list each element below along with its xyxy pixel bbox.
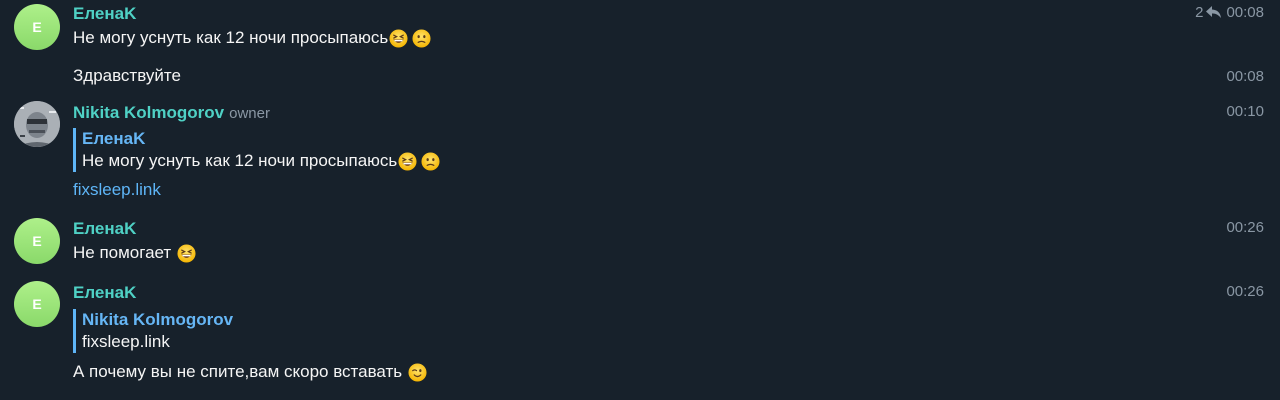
message-time: 00:26 [1226,219,1264,236]
chat-history: E ЕленаK 2 00:08 Не могу уснуть как 12 н… [0,0,1280,400]
quote-text: fixsleep.link [82,331,233,353]
message-text: А почему вы не спите,вам скоро вставать [73,362,427,382]
author-name[interactable]: Nikita Kolmogorov [73,103,224,122]
message-time-value: 00:08 [1226,68,1264,85]
message-meta: 2 00:08 [1195,4,1264,21]
message-time-value: 00:10 [1226,103,1264,120]
message-time-value: 00:26 [1226,219,1264,236]
message-text: Здравствуйте [73,66,181,86]
confused-emoji-icon [421,152,440,171]
message-link[interactable]: fixsleep.link [73,180,161,200]
quote-text-content: Не могу уснуть как 12 ночи просыпаюсь [82,151,398,170]
reply-quote[interactable]: Nikita Kolmogorov fixsleep.link [73,309,233,353]
message-time: 00:08 [1226,68,1264,85]
message-time-value: 00:26 [1226,283,1264,300]
message-time: 00:26 [1226,283,1264,300]
message-text-content: Не могу уснуть как 12 ночи просыпаюсь [73,28,389,47]
quote-text-content: fixsleep.link [82,332,170,351]
grinning-squinting-emoji-icon [398,152,417,171]
message-text: Не могу уснуть как 12 ночи просыпаюсь [73,28,431,48]
quote-author: ЕленаK [82,129,146,148]
reply-count[interactable]: 2 [1195,4,1203,21]
message-author[interactable]: ЕленаK [73,4,136,24]
message-text-content: Здравствуйте [73,66,181,85]
avatar[interactable]: E [14,218,60,264]
reply-arrow-icon[interactable] [1206,6,1222,19]
message-author[interactable]: ЕленаK [73,283,136,303]
grinning-squinting-emoji-icon [389,29,408,48]
message-author[interactable]: ЕленаK [73,219,136,239]
quote-author: Nikita Kolmogorov [82,310,234,329]
message-text: Не помогает [73,243,196,263]
message-author[interactable]: Nikita Kolmogorov owner [73,103,270,123]
message-text-content: Не помогает [73,243,172,262]
avatar[interactable]: E [14,281,60,327]
user-photo-icon [14,101,60,147]
reply-quote[interactable]: ЕленаK Не могу уснуть как 12 ночи просып… [73,128,440,172]
grinning-squinting-emoji-icon [177,244,196,263]
message-time: 00:10 [1226,103,1264,120]
avatar[interactable] [14,101,60,147]
winking-emoji-icon [408,363,427,382]
author-role-badge: owner [229,105,270,122]
message-time: 00:08 [1226,4,1264,21]
confused-emoji-icon [412,29,431,48]
quote-text: Не могу уснуть как 12 ночи просыпаюсь [82,150,440,172]
message-text-content: А почему вы не спите,вам скоро вставать [73,362,403,381]
avatar[interactable]: E [14,4,60,50]
